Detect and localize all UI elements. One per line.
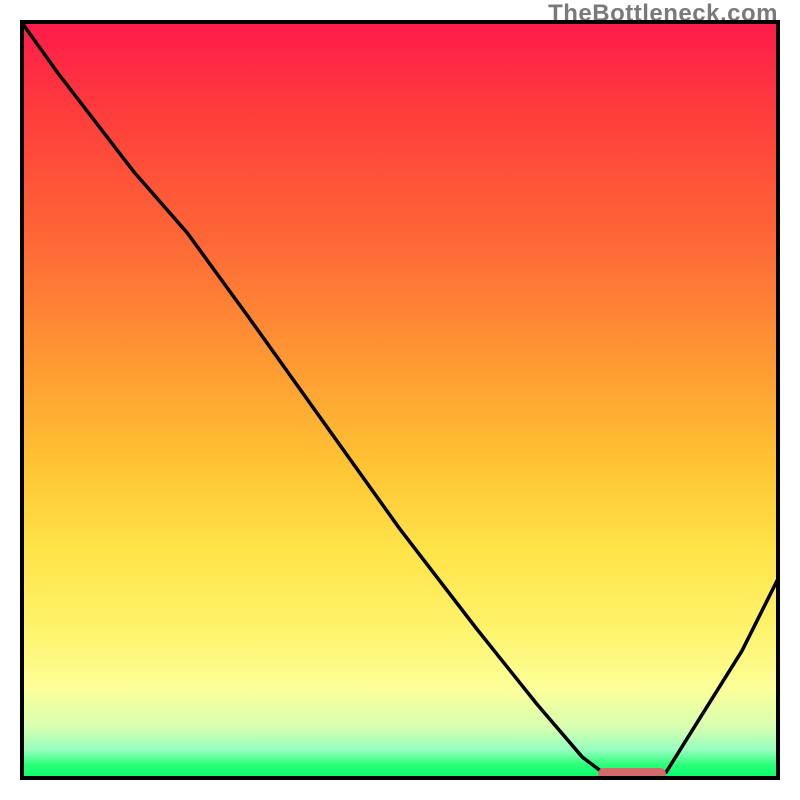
- chart-frame: [20, 20, 780, 780]
- curve-path: [20, 20, 780, 780]
- bottleneck-curve: [20, 20, 780, 780]
- optimal-range-marker: [598, 768, 666, 780]
